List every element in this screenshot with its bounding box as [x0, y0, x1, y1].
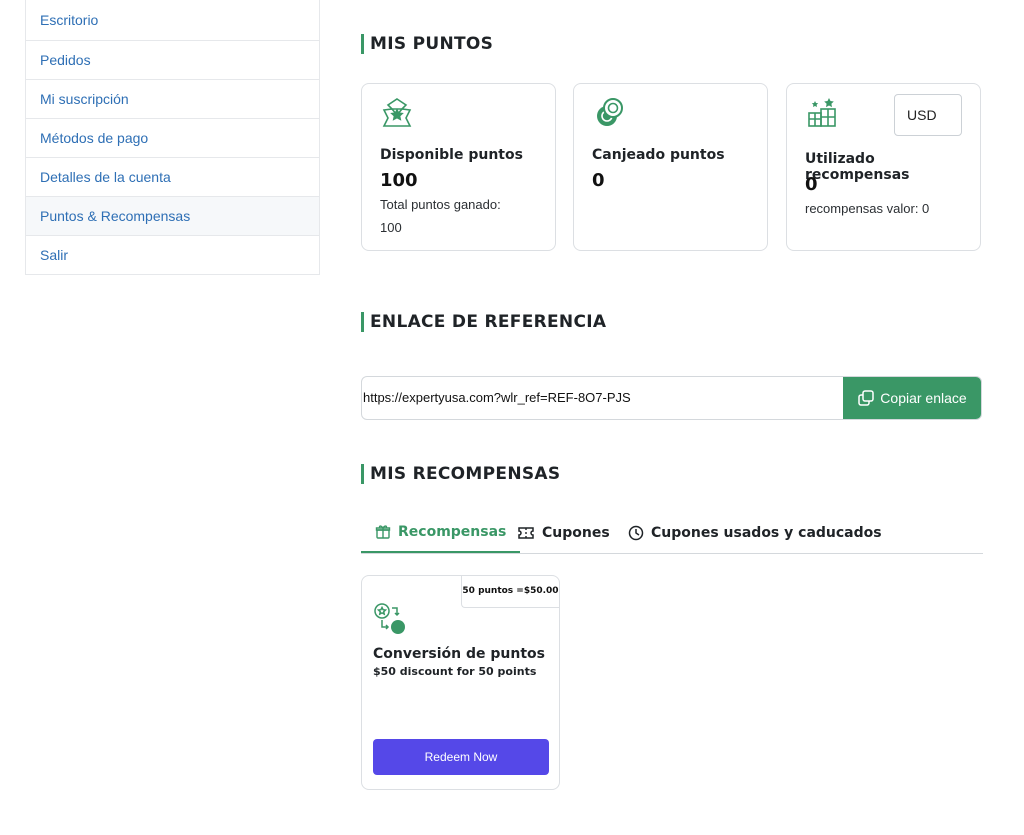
- gift-boxes-icon: [808, 98, 836, 127]
- total-points-value: 100: [380, 220, 402, 235]
- tab-cupones-label: Cupones: [542, 524, 610, 541]
- gift-icon: [375, 525, 391, 539]
- available-points-card: Disponible puntos 100 Total puntos ganad…: [361, 83, 556, 251]
- available-points-label: Disponible puntos: [380, 147, 523, 163]
- rewards-tabs: Recompensas Cupones Cupones usados y cad…: [361, 513, 983, 554]
- sidebar-item-escritorio[interactable]: Escritorio: [26, 0, 319, 40]
- rewards-heading: MIS RECOMPENSAS: [361, 464, 560, 484]
- referral-heading: ENLACE DE REFERENCIA: [361, 312, 606, 332]
- tab-recompensas-label: Recompensas: [398, 524, 507, 540]
- tab-cupones-usados-label: Cupones usados y caducados: [651, 524, 882, 541]
- account-sidebar: Escritorio Pedidos Mi suscripción Método…: [25, 0, 320, 275]
- rewards-value-text: recompensas valor: 0: [805, 201, 930, 216]
- points-heading: MIS PUNTOS: [361, 34, 493, 54]
- tab-cupones[interactable]: Cupones: [517, 513, 610, 552]
- currency-select[interactable]: USD: [894, 94, 962, 136]
- tab-recompensas[interactable]: Recompensas: [361, 513, 521, 553]
- sidebar-item-pedidos[interactable]: Pedidos: [26, 40, 319, 79]
- clock-icon: [628, 525, 644, 540]
- coins-icon: [597, 98, 623, 126]
- redeemed-points-label: Canjeado puntos: [592, 147, 725, 163]
- available-points-value: 100: [380, 170, 418, 191]
- sidebar-item-puntos-recompensas[interactable]: Puntos & Recompensas: [26, 196, 319, 235]
- copy-link-button[interactable]: Copiar enlace: [843, 377, 981, 419]
- reward-title: Conversión de puntos: [373, 646, 545, 662]
- referral-link-text[interactable]: https://expertyusa.com?wlr_ref=REF-8O7-P…: [362, 377, 631, 419]
- sidebar-item-salir[interactable]: Salir: [26, 235, 319, 274]
- sidebar-item-suscripcion[interactable]: Mi suscripción: [26, 79, 319, 118]
- points-conversion-icon: [374, 603, 405, 634]
- ticket-icon: [518, 526, 534, 539]
- used-rewards-label: Utilizado recompensas: [805, 151, 910, 183]
- total-points-label: Total puntos ganado:: [380, 197, 501, 212]
- copy-link-label: Copiar enlace: [880, 390, 967, 406]
- used-rewards-value: 0: [805, 174, 818, 195]
- reward-points-badge: 50 puntos =$50.00: [461, 576, 559, 608]
- used-rewards-card: USD Utilizado recompensas 0 recompensas …: [786, 83, 981, 251]
- sidebar-item-metodos-pago[interactable]: Métodos de pago: [26, 118, 319, 157]
- redeem-now-button[interactable]: Redeem Now: [373, 739, 549, 775]
- redeemed-points-card: Canjeado puntos 0: [573, 83, 768, 251]
- reward-description: $50 discount for 50 points: [373, 665, 537, 678]
- reward-card: 50 puntos =$50.00 Conversión de puntos $…: [361, 575, 560, 790]
- badge-star-icon: [382, 98, 412, 127]
- referral-link-box: https://expertyusa.com?wlr_ref=REF-8O7-P…: [361, 376, 982, 420]
- tab-cupones-usados[interactable]: Cupones usados y caducados: [628, 513, 882, 552]
- copy-icon: [858, 390, 875, 406]
- sidebar-item-detalles-cuenta[interactable]: Detalles de la cuenta: [26, 157, 319, 196]
- redeemed-points-value: 0: [592, 170, 605, 191]
